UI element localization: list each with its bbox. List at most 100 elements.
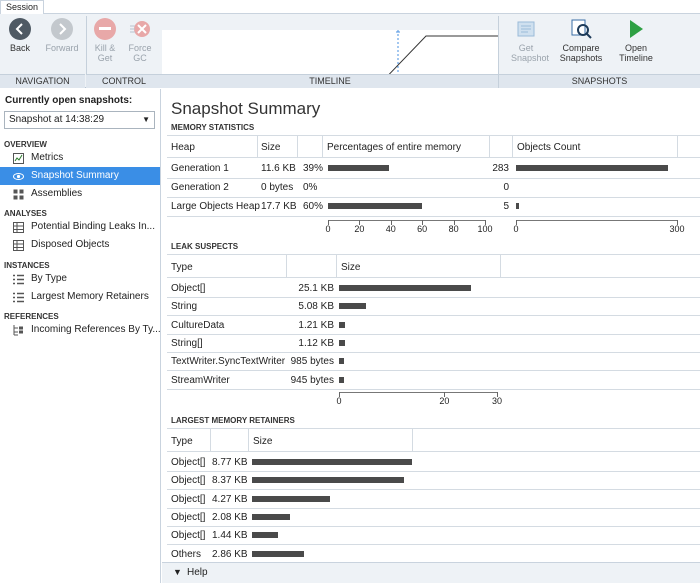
open-timeline-button[interactable]: Open Timeline (614, 18, 658, 72)
heap-percent: 60% (303, 201, 324, 212)
kill-icon (94, 18, 116, 40)
tab-session[interactable]: Session (0, 0, 45, 14)
sidebar-item-metrics[interactable]: Metrics (0, 149, 160, 167)
help-bar[interactable]: ▼ Help (162, 562, 700, 583)
snapshot-navigator: Currently open snapshots: Snapshot at 14… (0, 89, 161, 583)
retainer-type: Object[] (171, 475, 206, 487)
sidebar-item-snapshot-summary[interactable]: Snapshot Summary (0, 167, 160, 185)
heap-name: Generation 1 (171, 163, 229, 174)
group-timeline: TIMELINE (162, 74, 498, 88)
camera-snapshot-icon (515, 18, 537, 40)
list-icon (13, 274, 24, 285)
retainer-type: Object[] (171, 457, 206, 468)
heap-percent: 39% (303, 163, 324, 174)
column-header-type[interactable]: Type (171, 436, 193, 447)
retainer-type: Others (171, 548, 202, 560)
column-divider (500, 254, 501, 277)
count-bar (516, 203, 519, 209)
force-gc-button[interactable]: Force GC (120, 18, 160, 72)
table-row-divider (167, 197, 700, 198)
metrics-icon (13, 153, 24, 164)
suspect-size: 5.08 KB (298, 301, 334, 313)
table-row-divider (167, 178, 700, 179)
column-header-heap[interactable]: Heap (171, 142, 195, 153)
suspect-size: 1.21 KB (298, 319, 334, 331)
suspect-type: TextWriter.SyncTextWriter (171, 356, 286, 368)
snapshot-summary-view: Snapshot Summary MEMORY STATISTICS Heap … (162, 89, 700, 583)
suspect-size-bar (339, 358, 345, 365)
column-header-size[interactable]: Size (261, 142, 280, 153)
column-divider (412, 428, 413, 451)
table-row-divider (167, 544, 700, 546)
help-label: Help (187, 567, 208, 578)
retainer-size: 2.86 KB (212, 548, 248, 560)
count-axis-label: 0 (513, 224, 519, 234)
retainer-size-bar (252, 532, 279, 539)
retainer-size: 2.08 KB (212, 511, 248, 523)
forward-button[interactable]: Forward (42, 18, 82, 72)
sidebar-item-assemblies[interactable]: Assemblies (0, 185, 160, 203)
grid-icon (13, 222, 24, 233)
group-control: CONTROL (86, 74, 162, 88)
table-rule (167, 254, 700, 255)
suspect-type: CultureData (171, 319, 225, 331)
percent-axis-line (328, 220, 485, 221)
sidebar-item-binding-leaks[interactable]: Potential Binding Leaks In... (0, 218, 160, 236)
retainer-type: Object[] (171, 530, 206, 542)
suspect-type: StreamWriter (171, 374, 230, 386)
leak-suspects-heading: LEAK SUSPECTS (171, 242, 239, 251)
retainer-size: 8.37 KB (212, 475, 248, 487)
column-divider (677, 135, 678, 157)
heap-size: 11.6 KB (261, 163, 296, 174)
page-title: Snapshot Summary (171, 99, 321, 118)
column-header-size[interactable]: Size (341, 262, 360, 273)
column-header-size[interactable]: Size (253, 436, 272, 447)
play-icon (625, 18, 647, 40)
column-header-objects-count[interactable]: Objects Count (517, 142, 580, 153)
object-count: 283 (492, 163, 509, 174)
table-rule (167, 277, 700, 278)
tree-icon (13, 325, 23, 336)
table-rule (167, 451, 700, 452)
column-divider (286, 254, 287, 277)
column-header-percentage[interactable]: Percentages of entire memory (327, 142, 461, 153)
heap-size: 0 bytes (261, 182, 294, 193)
sidebar-item-disposed-objects[interactable]: Disposed Objects (0, 236, 160, 254)
suspect-size-bar (339, 303, 366, 310)
sidebar-item-incoming-references[interactable]: Incoming References By Ty... (0, 321, 160, 339)
column-divider (248, 428, 249, 451)
column-divider (336, 254, 337, 277)
suspect-type: String (171, 301, 198, 313)
retainer-size-bar (252, 459, 412, 465)
table-row-divider (167, 351, 700, 353)
suspect-size: 945 bytes (290, 374, 334, 386)
percent-axis-label: 60 (417, 224, 428, 234)
object-count: 5 (503, 201, 509, 212)
get-snapshot-button[interactable]: Get Snapshot (506, 18, 549, 72)
forward-arrow-icon (51, 18, 73, 40)
suspect-size: 985 bytes (290, 356, 334, 368)
chevron-down-icon: ▼ (173, 567, 182, 577)
memory-statistics-heading: MEMORY STATISTICS (171, 123, 255, 132)
back-button[interactable]: Back (0, 18, 40, 72)
sidebar-item-largest-retainers[interactable]: Largest Memory Retainers (0, 288, 160, 306)
heap-name: Large Objects Heap (171, 201, 260, 212)
percent-axis-label: 20 (354, 224, 365, 234)
snapshot-dropdown[interactable]: Snapshot at 14:38:29 ▼ (4, 111, 155, 129)
table-row-divider (167, 370, 700, 372)
kill-and-get-button[interactable]: Kill & Get (85, 18, 125, 72)
percent-axis-label: 40 (385, 224, 396, 234)
suspect-size-bar (339, 376, 344, 383)
size-axis-label: 30 (491, 396, 502, 406)
percent-bar (328, 165, 390, 171)
open-snapshots-title: Currently open snapshots: (5, 95, 133, 106)
retainer-size-bar (252, 550, 305, 557)
sidebar-item-by-type[interactable]: By Type (0, 270, 160, 288)
suspect-size-bar (339, 321, 346, 328)
ribbon-tab-strip: Session (0, 0, 700, 14)
count-axis-line (516, 220, 677, 221)
compare-snapshots-button[interactable]: Compare Snapshots (557, 18, 605, 72)
heap-name: Generation 2 (171, 182, 229, 193)
retainer-type: Object[] (171, 511, 206, 523)
column-header-type[interactable]: Type (171, 262, 193, 273)
